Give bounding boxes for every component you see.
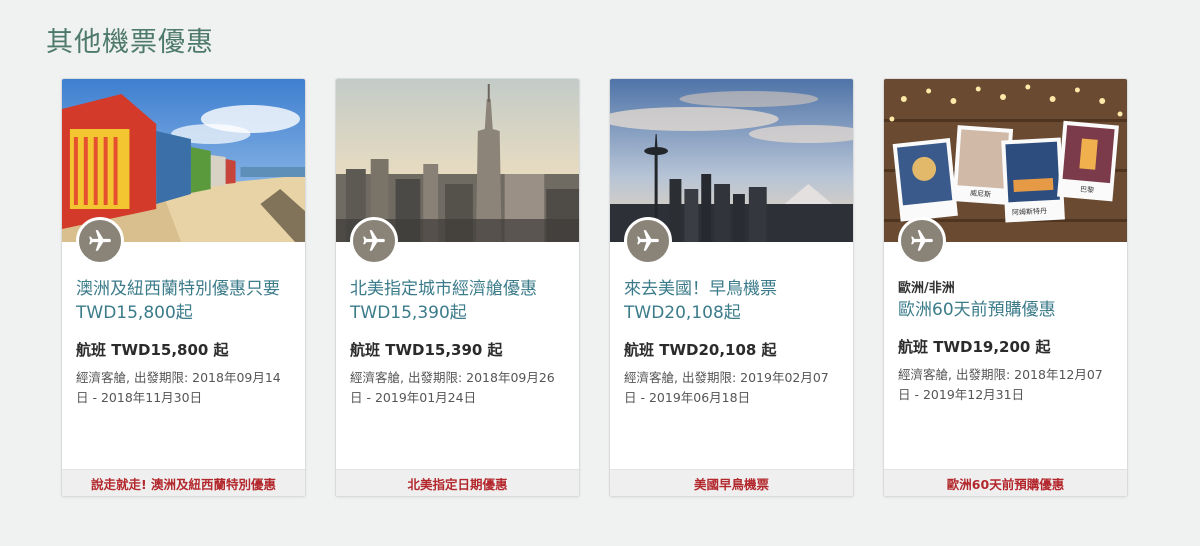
deal-card-usa-early-bird[interactable]: 來去美國！早鳥機票TWD20,108起 航班 TWD20,108 起 經濟客艙,… <box>609 78 854 497</box>
deal-title[interactable]: 北美指定城市經濟艙優惠TWD15,390起 <box>350 277 565 325</box>
deal-price: 航班 TWD15,390 起 <box>350 341 503 359</box>
deal-price: 航班 TWD20,108 起 <box>624 341 777 359</box>
photo-caption-paris: 巴黎 <box>1079 185 1095 195</box>
deal-card-europe[interactable]: 羅馬 威尼斯 阿姆斯特丹 巴黎 歐洲/非洲 歐洲60天前預購優惠 航班 TWD1… <box>883 78 1128 497</box>
deal-card-australia-nz[interactable]: 澳洲及紐西蘭特別優惠只要TWD15,800起 航班 TWD15,800 起 經濟… <box>61 78 306 497</box>
deal-description: 經濟客艙, 出發期限: 2018年09月14日 - 2018年11月30日 <box>76 370 281 405</box>
airplane-icon <box>76 217 124 265</box>
deal-footer-link[interactable]: 北美指定日期優惠 <box>336 469 579 496</box>
deal-price: 航班 TWD15,800 起 <box>76 341 229 359</box>
deal-description: 經濟客艙, 出發期限: 2018年09月26日 - 2019年01月24日 <box>350 370 555 405</box>
deal-price: 航班 TWD19,200 起 <box>898 338 1051 356</box>
deal-card-north-america[interactable]: 北美指定城市經濟艙優惠TWD15,390起 航班 TWD15,390 起 經濟客… <box>335 78 580 497</box>
photo-caption-venice: 威尼斯 <box>969 189 992 199</box>
deal-footer-link[interactable]: 說走就走! 澳洲及紐西蘭特別優惠 <box>62 469 305 496</box>
airplane-icon <box>624 217 672 265</box>
airplane-icon <box>898 217 946 265</box>
deal-title[interactable]: 來去美國！早鳥機票TWD20,108起 <box>624 277 839 325</box>
airplane-icon <box>350 217 398 265</box>
deal-footer-link[interactable]: 美國早鳥機票 <box>610 469 853 496</box>
deal-description: 經濟客艙, 出發期限: 2019年02月07日 - 2019年06月18日 <box>624 370 829 405</box>
deal-title[interactable]: 澳洲及紐西蘭特別優惠只要TWD15,800起 <box>76 277 291 325</box>
deal-title[interactable]: 歐洲60天前預購優惠 <box>898 298 1113 322</box>
deal-region: 歐洲/非洲 <box>898 281 955 296</box>
deal-description: 經濟客艙, 出發期限: 2018年12月07日 - 2019年12月31日 <box>898 367 1103 402</box>
deal-footer-link[interactable]: 歐洲60天前預購優惠 <box>884 469 1127 496</box>
photo-caption-amsterdam: 阿姆斯特丹 <box>1011 207 1048 217</box>
deal-cards: 澳洲及紐西蘭特別優惠只要TWD15,800起 航班 TWD15,800 起 經濟… <box>61 78 1128 497</box>
section-title: 其他機票優惠 <box>46 27 214 58</box>
